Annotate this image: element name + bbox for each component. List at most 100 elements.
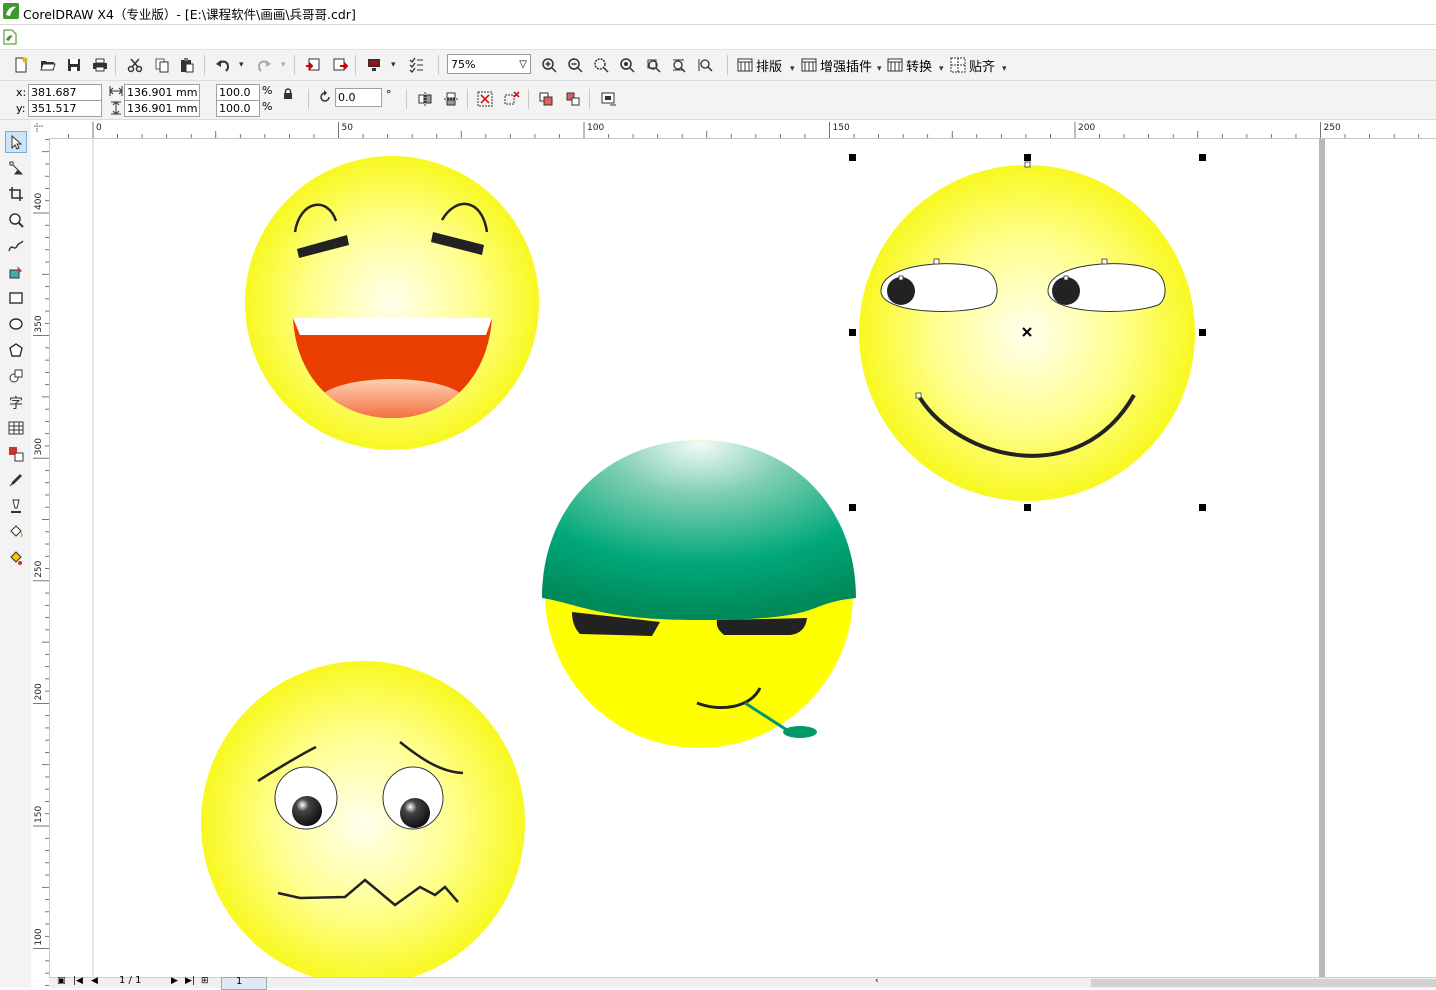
undo-button[interactable] [212, 54, 234, 76]
plugins-dropdown[interactable]: ▾ [877, 64, 882, 74]
interactive-icon [9, 447, 24, 462]
add-page-icon[interactable]: ⊞ [201, 976, 209, 986]
smart-fill-tool-button[interactable] [5, 261, 27, 283]
mirror-vertical-button[interactable] [440, 88, 462, 110]
laughing-face[interactable] [245, 156, 539, 450]
scroll-left-icon[interactable]: ‹ [875, 976, 879, 986]
layout-button[interactable]: 排版 [737, 55, 782, 75]
eyedropper-tool-button[interactable] [5, 469, 27, 491]
open-button[interactable] [37, 54, 59, 76]
mirror-horizontal-button[interactable] [414, 88, 436, 110]
freehand-tool-button[interactable] [5, 235, 27, 257]
coreldraw-app-icon [3, 3, 19, 19]
text-tool-button[interactable]: 字 [5, 391, 27, 413]
paste-button[interactable] [176, 54, 198, 76]
group-button[interactable] [474, 88, 496, 110]
zoom-page-height-button[interactable] [694, 54, 716, 76]
scale-x-field[interactable]: 100.0 [216, 84, 260, 101]
interactive-fill-tool-button[interactable] [5, 547, 27, 569]
new-document-button[interactable] [10, 54, 32, 76]
basic-shapes-tool-button[interactable] [5, 365, 27, 387]
zoom-in-button[interactable] [538, 54, 560, 76]
convert-to-curves-button[interactable] [597, 88, 619, 110]
node-handle[interactable] [898, 275, 904, 281]
export-button[interactable] [329, 54, 351, 76]
worried-face-head[interactable] [201, 661, 525, 977]
selection-handle-right[interactable] [1199, 329, 1206, 336]
horizontal-ruler[interactable]: 050100150200250300350400450500 [49, 120, 1436, 139]
width-field[interactable]: 136.901 mm [124, 84, 200, 101]
ellipse-tool-button[interactable] [5, 313, 27, 335]
undo-icon [216, 60, 230, 72]
break-apart-button[interactable] [562, 88, 584, 110]
polygon-tool-button[interactable] [5, 339, 27, 361]
first-page-icon[interactable]: |◀ [73, 976, 83, 986]
interactive-tool-button[interactable] [5, 443, 27, 465]
redo-button[interactable] [253, 54, 275, 76]
launcher-dropdown[interactable]: ▾ [391, 60, 396, 70]
y-position-field[interactable]: 351.517 mm [28, 100, 102, 130]
zoom-selected-button[interactable] [590, 54, 612, 76]
shape-tool-button[interactable] [5, 157, 27, 179]
ungroup-button[interactable] [501, 88, 523, 110]
outline-tool-button[interactable] [5, 495, 27, 517]
worried-face[interactable] [201, 661, 525, 977]
selection-handle-top-right[interactable] [1199, 154, 1206, 161]
options-button[interactable] [405, 54, 427, 76]
page-options-icon[interactable]: ▣ [57, 976, 66, 986]
last-page-icon[interactable]: ▶| [185, 976, 195, 986]
previous-page-icon[interactable]: ◀ [91, 976, 98, 986]
combine-button[interactable] [535, 88, 557, 110]
node-handle[interactable] [933, 258, 940, 265]
ruler-corner[interactable] [31, 120, 50, 139]
convert-button[interactable]: 转换 [887, 55, 932, 75]
crop-tool-button[interactable] [5, 183, 27, 205]
scale-y-field[interactable]: 100.0 [216, 100, 260, 117]
node-handle[interactable] [1101, 258, 1108, 265]
lock-ratio-icon[interactable] [283, 88, 293, 100]
rectangle-icon [9, 292, 23, 304]
height-field[interactable]: 136.901 mm [124, 100, 200, 117]
selection-handle-top[interactable] [1024, 154, 1031, 161]
selection-handle-bottom-right[interactable] [1199, 504, 1206, 511]
undo-dropdown[interactable]: ▾ [239, 60, 244, 70]
convert-dropdown[interactable]: ▾ [939, 64, 944, 74]
print-button[interactable] [89, 54, 111, 76]
zoom-tool-button[interactable] [5, 209, 27, 231]
rotation-field[interactable]: 0.0 [335, 88, 382, 107]
zoom-page-width-button[interactable] [668, 54, 690, 76]
redo-dropdown[interactable]: ▾ [281, 60, 286, 70]
next-page-icon[interactable]: ▶ [171, 976, 178, 986]
fill-tool-button[interactable] [5, 521, 27, 543]
save-button[interactable] [63, 54, 85, 76]
zoom-all-objects-button[interactable] [616, 54, 638, 76]
zoom-out-button[interactable] [564, 54, 586, 76]
selection-handle-bottom[interactable] [1024, 504, 1031, 511]
layout-dropdown[interactable]: ▾ [790, 64, 795, 74]
cut-button[interactable] [124, 54, 146, 76]
node-handle[interactable] [1063, 275, 1069, 281]
horizontal-scrollbar-thumb[interactable] [1091, 979, 1436, 987]
application-launcher-button[interactable] [363, 54, 385, 76]
node-handle[interactable] [1024, 161, 1031, 168]
vertical-ruler[interactable]: 400 350 300 250 200 150 100 [31, 138, 50, 987]
document-icon[interactable] [3, 29, 17, 45]
rectangle-tool-button[interactable] [5, 287, 27, 309]
page-tab[interactable]: 1 [221, 976, 267, 990]
node-handle[interactable] [915, 392, 922, 399]
import-button[interactable] [302, 54, 324, 76]
snap-dropdown[interactable]: ▾ [1002, 64, 1007, 74]
soldier-face[interactable] [542, 440, 856, 748]
selection-handle-bottom-left[interactable] [849, 504, 856, 511]
enhanced-plugins-button[interactable]: 增强插件 [801, 55, 872, 75]
x-position-field[interactable]: 381.687 mm [28, 84, 102, 114]
snap-button[interactable]: 贴齐 [950, 55, 995, 75]
zoom-page-button[interactable] [642, 54, 664, 76]
selection-handle-left[interactable] [849, 329, 856, 336]
selection-handle-top-left[interactable] [849, 154, 856, 161]
zoom-level-select[interactable]: 75% ▽ [447, 54, 531, 74]
table-tool-button[interactable] [5, 417, 27, 439]
drawing-canvas[interactable] [50, 139, 1436, 977]
copy-button[interactable] [151, 54, 173, 76]
pick-tool-button[interactable] [5, 131, 27, 153]
